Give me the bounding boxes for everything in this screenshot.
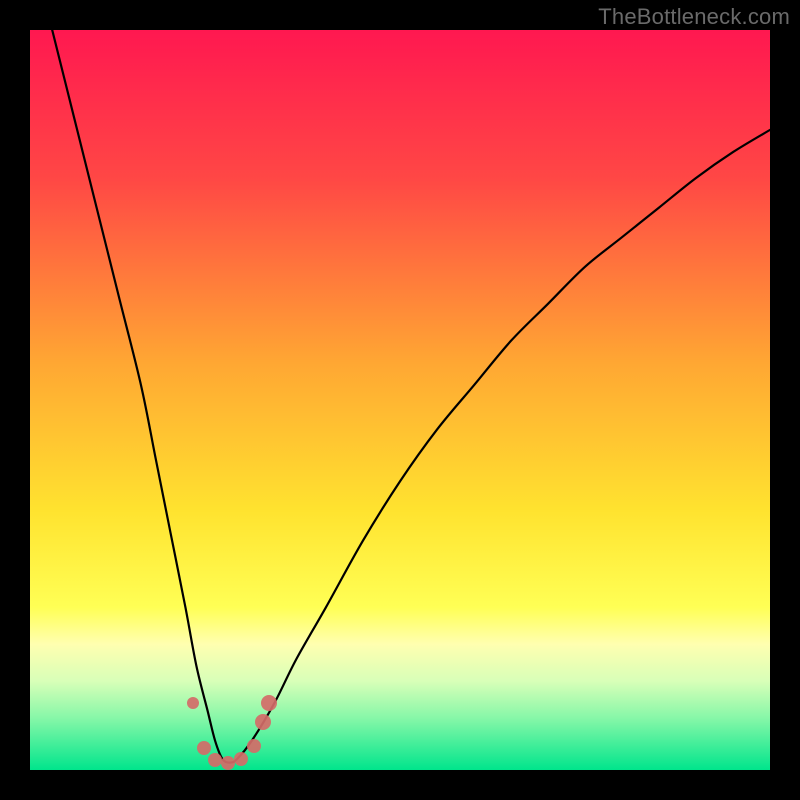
data-marker xyxy=(261,695,277,711)
data-marker xyxy=(187,697,199,709)
watermark-text: TheBottleneck.com xyxy=(598,4,790,30)
data-marker xyxy=(247,739,261,753)
data-marker xyxy=(255,714,271,730)
curve-layer xyxy=(30,30,770,770)
data-marker xyxy=(234,752,248,766)
plot-area xyxy=(30,30,770,770)
bottleneck-curve xyxy=(52,30,770,763)
data-marker xyxy=(208,753,222,767)
chart-frame: TheBottleneck.com xyxy=(0,0,800,800)
data-marker xyxy=(197,741,211,755)
